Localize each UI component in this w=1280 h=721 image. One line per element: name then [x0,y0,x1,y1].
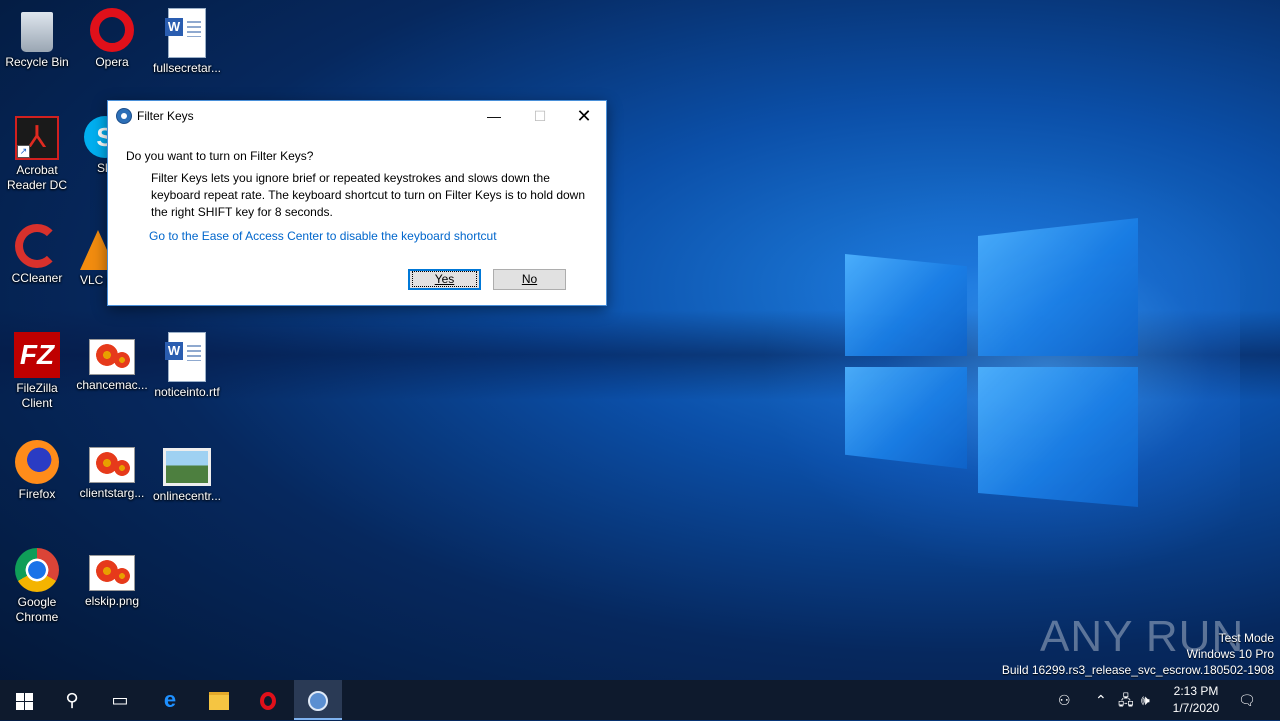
image-file-icon [89,339,135,375]
taskbar: ⚲ ▭ e ⚇ ⌃ 🖧 🕪 2:13 PM 1/7/2020 🗨 [0,680,1280,720]
minimize-button[interactable]: — [471,101,517,131]
windows-logo-pane [978,218,1138,356]
task-view-icon: ▭ [111,690,129,710]
clock-time: 2:13 PM [1173,684,1219,698]
desktop-icon-label: CCleaner [11,271,63,285]
yes-button-label: Yes [411,271,478,287]
desktop-icon-label: onlinecentr... [152,489,222,503]
taskbar-edge[interactable]: e [146,680,194,720]
no-button[interactable]: No [493,269,566,290]
chevron-up-icon[interactable]: ⌃ [1095,680,1107,720]
search-button[interactable]: ⚲ [48,680,96,720]
dialog-title: Filter Keys [137,109,194,123]
ease-of-access-icon [116,108,132,124]
desktop-icon-label: chancemac... [76,378,148,392]
desktop-icon-chancemac[interactable]: chancemac... [75,332,149,393]
opera-icon [90,8,134,52]
desktop-icon-onlinecentr[interactable]: onlinecentr... [150,440,224,504]
yes-button[interactable]: Yes [408,269,481,290]
desktop-icon-label: Firefox [18,487,56,501]
word-document-icon: W [165,332,206,382]
filter-keys-dialog: Filter Keys — ☐ ✕ Do you want to turn on… [107,100,607,306]
desktop-icon-recycle-bin[interactable]: Recycle Bin [0,8,74,70]
file-explorer-icon [209,692,229,711]
volume-icon[interactable]: 🕪 [1141,680,1150,720]
ccleaner-icon [15,224,59,268]
notifications-icon[interactable]: 🗨 [1238,680,1256,720]
build-text: Build 16299.rs3_release_svc_escrow.18050… [1001,663,1274,677]
desktop-icon-ccleaner[interactable]: CCleaner [0,224,74,286]
desktop-icon-noticeinto[interactable]: W noticeinto.rtf [150,332,224,400]
os-watermark: Test Mode Windows 10 Pro Build 16299.rs3… [1002,630,1274,678]
image-file-icon [89,447,135,483]
desktop-icon-label: Google Chrome [15,595,59,624]
search-icon: ⚲ [65,690,79,710]
clock-date: 1/7/2020 [1172,701,1220,715]
acrobat-reader-icon: ⅄ ↗ [15,116,59,160]
opera-icon [260,692,276,711]
desktop-icon-filezilla[interactable]: FZ FileZilla Client [0,332,74,411]
dialog-question: Do you want to turn on Filter Keys? [126,149,314,163]
no-button-label: No [521,272,538,286]
network-icon[interactable]: 🖧 [1118,680,1134,720]
desktop-icon-opera[interactable]: Opera [75,8,149,70]
desktop-icon-chrome[interactable]: Google Chrome [0,548,74,625]
start-icon [15,692,33,710]
ease-of-access-link[interactable]: Go to the Ease of Access Center to disab… [149,229,497,243]
desktop-icon-label: Recycle Bin [5,55,69,69]
test-mode-text: Test Mode [1218,631,1274,645]
filezilla-icon: FZ [14,332,60,378]
desktop-icon-acrobat[interactable]: ⅄ ↗ Acrobat Reader DC [0,116,74,193]
desktop-icon-label: noticeinto.rtf [154,385,220,399]
desktop-icon-clientstarg[interactable]: clientstarg... [75,440,149,501]
desktop-icon-label: elskip.png [84,594,140,608]
image-file-icon [89,555,135,591]
close-button[interactable]: ✕ [561,101,607,131]
edge-icon: e [163,687,177,712]
taskbar-file-explorer[interactable] [195,680,243,720]
landscape-image-icon [163,448,211,486]
edition-text: Windows 10 Pro [1186,647,1274,661]
dialog-description: Filter Keys lets you ignore brief or rep… [151,171,586,219]
desktop-icon-label: clientstarg... [79,486,145,500]
desktop-icon-firefox[interactable]: Firefox [0,440,74,502]
dialog-titlebar[interactable]: Filter Keys — ☐ ✕ [108,101,606,131]
people-icon[interactable]: ⚇ [1058,680,1071,720]
desktop-icon-label: FileZilla Client [16,381,58,410]
windows-logo-pane [978,367,1138,507]
taskbar-ease-of-access[interactable] [294,680,342,720]
word-document-icon: W [165,8,206,58]
desktop-icon-label: Opera [95,55,129,69]
desktop-icon-elskip[interactable]: elskip.png [75,548,149,609]
taskbar-clock[interactable]: 2:13 PM 1/7/2020 [1160,683,1232,717]
desktop-icon-fullsecretar[interactable]: W fullsecretar... [150,8,224,76]
taskbar-opera[interactable] [244,680,292,720]
chrome-icon [15,548,59,592]
maximize-button: ☐ [533,108,547,124]
firefox-icon [15,440,59,484]
ease-of-access-icon [308,691,328,712]
windows-logo-pane [845,254,967,356]
windows-logo-pane [845,367,967,469]
task-view-button[interactable]: ▭ [96,680,144,720]
desktop-icon-label: fullsecretar... [152,61,222,75]
desktop-icon-label: Acrobat Reader DC [6,163,68,192]
recycle-bin-icon [21,12,53,52]
start-button[interactable] [0,680,48,720]
